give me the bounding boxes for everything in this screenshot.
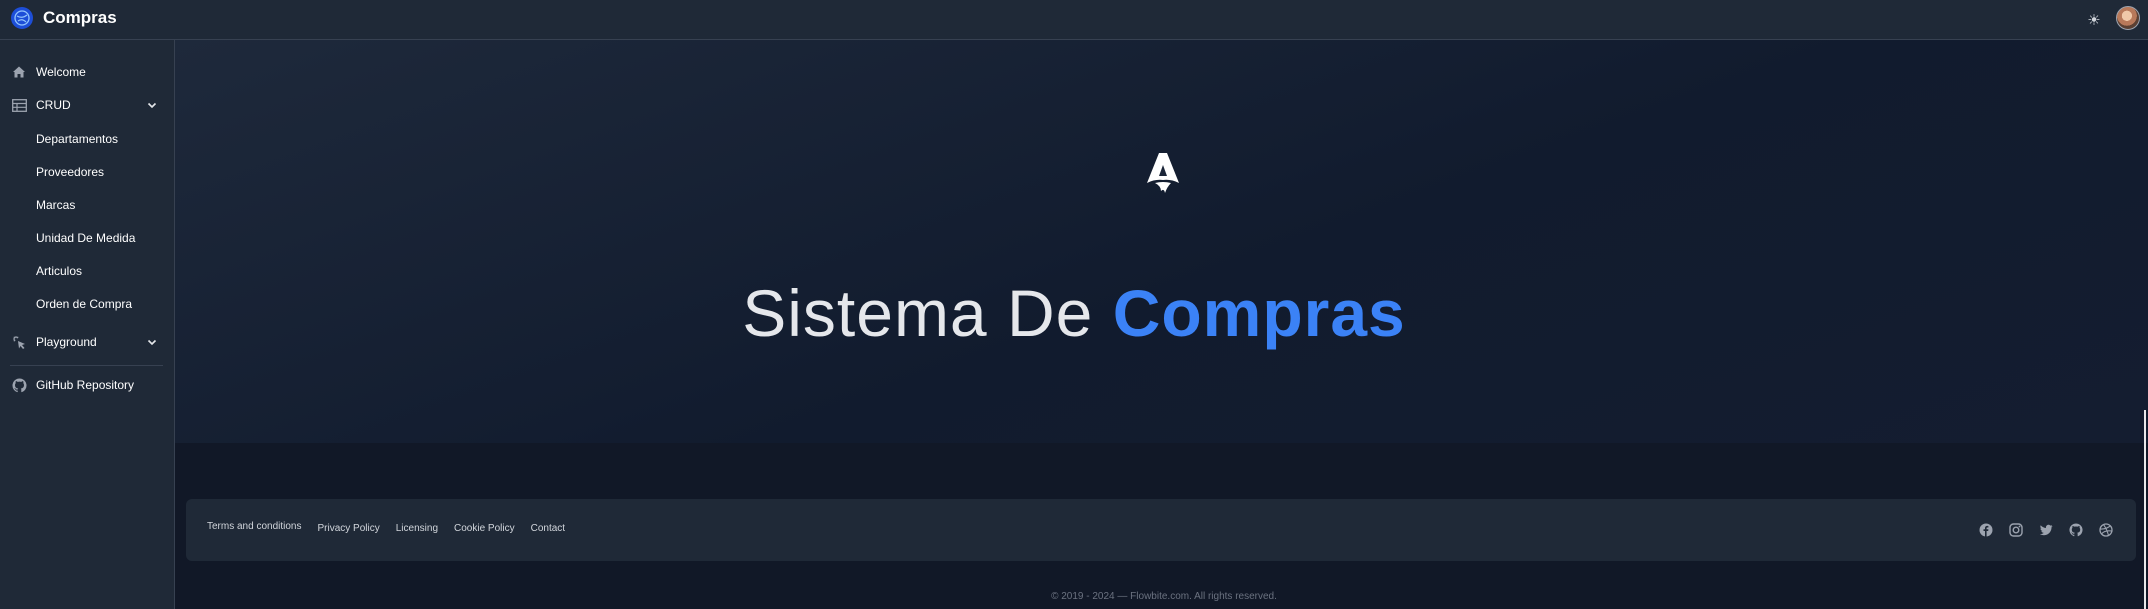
- sidebar-divider: [10, 365, 163, 366]
- chevron-down-icon: [147, 102, 157, 109]
- sidebar-item-github-repository[interactable]: GitHub Repository: [0, 370, 174, 400]
- footer-link-licensing[interactable]: Licensing: [396, 523, 438, 534]
- sidebar-item-label: Marcas: [36, 198, 76, 212]
- sidebar-item-unidad-de-medida[interactable]: Unidad De Medida: [0, 223, 174, 253]
- sidebar-item-proveedores[interactable]: Proveedores: [0, 157, 174, 187]
- sidebar-item-welcome[interactable]: Welcome: [0, 57, 174, 87]
- globe-logo-icon: [11, 7, 33, 29]
- footer-link-contact[interactable]: Contact: [531, 523, 565, 534]
- facebook-icon[interactable]: [1979, 523, 1993, 537]
- copyright-text: © 2019 - 2024 — Flowbite.com. All rights…: [1051, 591, 1277, 602]
- top-navbar: Compras ☀: [0, 0, 2148, 40]
- hero-title: Sistema De Compras: [0, 275, 2148, 351]
- footer: Terms and conditions Privacy Policy Lice…: [186, 499, 2136, 561]
- footer-links: Terms and conditions Privacy Policy Lice…: [207, 521, 565, 534]
- github-icon: [11, 377, 27, 393]
- table-icon: [11, 97, 27, 113]
- sidebar-item-label: Welcome: [36, 65, 86, 79]
- sidebar-item-marcas[interactable]: Marcas: [0, 190, 174, 220]
- instagram-icon[interactable]: [2009, 523, 2023, 537]
- footer-link-cookie-policy[interactable]: Cookie Policy: [454, 523, 515, 534]
- sidebar-item-label: Proveedores: [36, 165, 105, 179]
- brand-link[interactable]: Compras: [11, 7, 117, 29]
- app-title: Compras: [43, 8, 117, 27]
- sidebar-item-label: Unidad De Medida: [36, 231, 136, 245]
- sidebar-item-crud[interactable]: CRUD: [0, 90, 174, 120]
- home-icon: [11, 64, 27, 80]
- astro-rocket-icon: [1147, 153, 1179, 193]
- sidebar-item-label: Departamentos: [36, 132, 119, 146]
- hero-section: [175, 40, 2148, 443]
- github-icon[interactable]: [2069, 523, 2083, 537]
- user-avatar[interactable]: [2116, 6, 2140, 30]
- twitter-icon[interactable]: [2039, 523, 2053, 537]
- hero-title-accent: Compras: [1112, 276, 1406, 350]
- sun-icon[interactable]: ☀: [2084, 10, 2104, 30]
- sidebar-item-label: CRUD: [36, 98, 71, 112]
- sidebar-item-departamentos[interactable]: Departamentos: [0, 124, 174, 154]
- sidebar-item-label: GitHub Repository: [36, 378, 135, 392]
- footer-link-terms[interactable]: Terms and conditions: [207, 521, 302, 532]
- scrollbar-edge[interactable]: [2144, 410, 2146, 609]
- footer-link-privacy[interactable]: Privacy Policy: [318, 523, 380, 534]
- hero-title-plain: Sistema De: [742, 276, 1113, 350]
- dribbble-icon[interactable]: [2099, 523, 2113, 537]
